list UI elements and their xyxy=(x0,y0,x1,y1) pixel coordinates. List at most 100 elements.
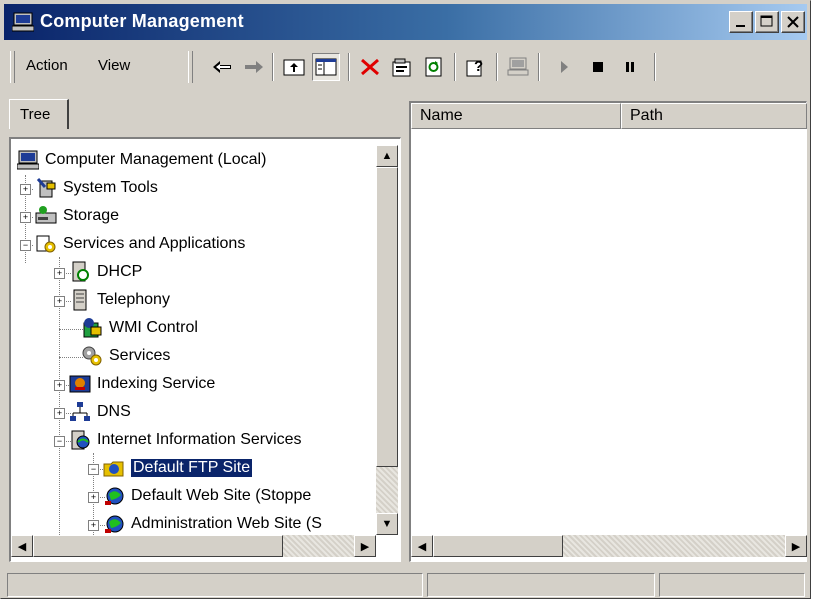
computer-management-icon xyxy=(12,12,34,32)
delete-button[interactable] xyxy=(356,53,384,81)
window-title: Computer Management xyxy=(40,11,244,31)
tree-item-default-ftp-site[interactable]: Default FTP Site xyxy=(103,455,254,481)
services-apps-icon xyxy=(36,235,56,253)
tree-item-computer-management[interactable]: Computer Management (Local) xyxy=(17,147,266,173)
play-icon xyxy=(561,61,568,73)
maximize-button[interactable] xyxy=(755,11,779,33)
action-menu[interactable]: Action xyxy=(26,57,68,74)
status-cell-main xyxy=(7,573,423,597)
tree-horizontal-scrollbar[interactable]: ◀ ▶ xyxy=(11,535,376,557)
tree-item-services-and-applications[interactable]: Services and Applications xyxy=(35,231,245,257)
telephony-icon xyxy=(73,289,87,311)
tree-item-storage[interactable]: Storage xyxy=(35,203,119,229)
expand-toggle[interactable]: + xyxy=(20,184,31,195)
expand-toggle[interactable]: + xyxy=(20,212,31,223)
column-name-label: Name xyxy=(420,107,463,124)
scroll-thumb[interactable] xyxy=(433,535,563,557)
back-arrow-icon xyxy=(213,61,231,73)
close-button[interactable] xyxy=(781,11,805,33)
tree-item-label: Administration Web Site (S xyxy=(131,515,322,532)
collapse-toggle[interactable]: − xyxy=(88,464,99,475)
collapse-toggle[interactable]: − xyxy=(54,436,65,447)
expand-toggle[interactable]: + xyxy=(88,492,99,503)
toolbar: Action View ? xyxy=(4,45,807,89)
expand-toggle[interactable]: + xyxy=(54,268,65,279)
menu-grip[interactable] xyxy=(10,51,15,83)
tree-item-label: Storage xyxy=(63,207,120,224)
tree-item-telephony[interactable]: Telephony xyxy=(69,287,170,313)
title-bar[interactable]: Computer Management xyxy=(4,4,807,40)
app-window: Computer Management Action View ? Tree +… xyxy=(0,0,811,599)
details-pane: Name Path ◀ ▶ xyxy=(409,101,807,562)
web-site-icon xyxy=(105,487,124,505)
delete-icon xyxy=(361,58,379,76)
forward-button[interactable] xyxy=(240,53,268,81)
help-button[interactable]: ? xyxy=(462,53,490,81)
help-icon: ? xyxy=(466,58,483,77)
tree-pane: + + − + + + + − − + + Computer Managemen… xyxy=(9,137,401,562)
tree-item-label: Indexing Service xyxy=(97,375,216,392)
tree-item-services[interactable]: Services xyxy=(81,343,170,369)
scroll-thumb[interactable] xyxy=(33,535,283,557)
expand-toggle[interactable]: + xyxy=(88,520,99,531)
action-menu-label: Action xyxy=(26,57,68,74)
refresh-icon xyxy=(425,57,442,77)
back-button[interactable] xyxy=(208,53,236,81)
minimize-button[interactable] xyxy=(729,11,753,33)
system-tools-icon xyxy=(36,178,56,198)
tree-item-dhcp[interactable]: DHCP xyxy=(69,259,142,285)
tree-item-label: Services xyxy=(109,347,171,364)
scroll-thumb[interactable] xyxy=(376,167,398,467)
pause-icon xyxy=(626,62,634,72)
tree-item-dns[interactable]: DNS xyxy=(69,399,131,425)
tree-item-indexing-service[interactable]: Indexing Service xyxy=(69,371,215,397)
refresh-button[interactable] xyxy=(420,53,448,81)
scroll-right-button[interactable]: ▶ xyxy=(354,535,376,557)
toolbar-separator xyxy=(496,53,498,81)
view-menu[interactable]: View xyxy=(98,57,130,74)
toolbar-separator xyxy=(272,53,274,81)
svg-text:?: ? xyxy=(474,58,483,75)
tree-item-system-tools[interactable]: System Tools xyxy=(35,175,158,201)
stop-service-button[interactable] xyxy=(584,53,612,81)
details-horizontal-scrollbar[interactable]: ◀ ▶ xyxy=(411,535,807,557)
web-site-icon xyxy=(105,515,124,533)
scroll-right-button[interactable]: ▶ xyxy=(785,535,807,557)
pause-service-button[interactable] xyxy=(616,53,644,81)
tree-item-internet-information-services[interactable]: Internet Information Services xyxy=(69,427,302,453)
expand-toggle[interactable]: + xyxy=(54,296,65,307)
toolbar-separator xyxy=(454,53,456,81)
properties-button[interactable] xyxy=(388,53,416,81)
tree-item-wmi-control[interactable]: WMI Control xyxy=(81,315,198,341)
collapse-toggle[interactable]: − xyxy=(20,240,31,251)
connect-computer-button[interactable] xyxy=(504,53,532,81)
expand-toggle[interactable]: + xyxy=(54,380,65,391)
scroll-left-button[interactable]: ◀ xyxy=(11,535,33,557)
column-header-path[interactable]: Path xyxy=(621,103,807,129)
wmi-icon xyxy=(83,318,102,338)
show-hide-tree-button[interactable] xyxy=(312,53,340,81)
indexing-icon xyxy=(69,375,91,393)
tree-item-default-web-site[interactable]: Default Web Site (Stoppe xyxy=(103,483,311,509)
tree-vertical-scrollbar[interactable]: ▲ ▼ xyxy=(376,145,398,535)
expand-toggle[interactable]: + xyxy=(54,408,65,419)
tree-item-label: Internet Information Services xyxy=(97,431,302,448)
up-one-level-button[interactable] xyxy=(280,53,308,81)
tree-item-label: Default Web Site (Stoppe xyxy=(131,487,312,504)
tab-tree-label: Tree xyxy=(20,106,51,123)
toolbar-grip[interactable] xyxy=(188,51,193,83)
column-header-name[interactable]: Name xyxy=(411,103,621,129)
view-menu-label: View xyxy=(98,57,131,74)
tree-item-label: Computer Management (Local) xyxy=(45,151,267,168)
close-icon xyxy=(787,16,799,28)
connect-computer-icon xyxy=(507,57,529,76)
tree-item-label: DNS xyxy=(97,403,131,420)
scroll-left-button[interactable]: ◀ xyxy=(411,535,433,557)
scroll-down-button[interactable]: ▼ xyxy=(376,513,398,535)
minimize-icon xyxy=(736,25,745,27)
scroll-up-button[interactable]: ▲ xyxy=(376,145,398,167)
column-path-label: Path xyxy=(630,107,663,124)
tree-item-administration-web-site[interactable]: Administration Web Site (S xyxy=(103,511,322,537)
tab-tree[interactable]: Tree xyxy=(9,99,69,129)
start-service-button[interactable] xyxy=(550,53,578,81)
